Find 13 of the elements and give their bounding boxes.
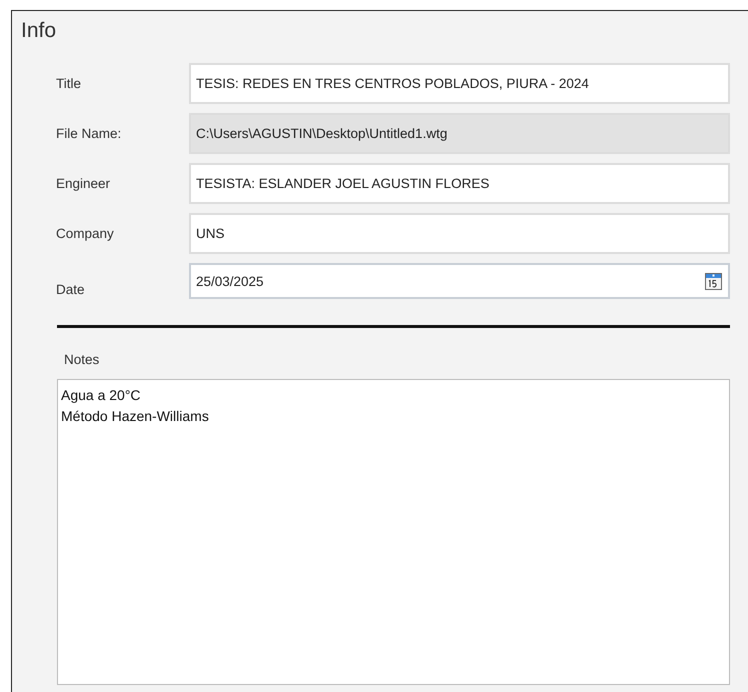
notes-label: Notes [64,352,100,367]
calendar-icon[interactable] [705,272,722,290]
field-label: File Name: [56,126,122,141]
notes-field[interactable]: Agua a 20°C Método Hazen-Williams [57,379,730,685]
input-field[interactable]: TESISTA: ESLANDER JOEL AGUSTIN FLORES [189,163,730,204]
input-field[interactable]: TESIS: REDES EN TRES CENTROS POBLADOS, PIURA - 2024 [189,63,730,104]
field-label: Company [56,226,115,241]
field-label: Engineer [56,176,112,191]
date-field[interactable]: 25/03/2025 [189,263,730,299]
field-label: Title [56,76,82,91]
panel-title: Info [21,19,58,44]
input-field[interactable]: UNS [189,213,730,254]
field-label: Date [56,281,86,297]
